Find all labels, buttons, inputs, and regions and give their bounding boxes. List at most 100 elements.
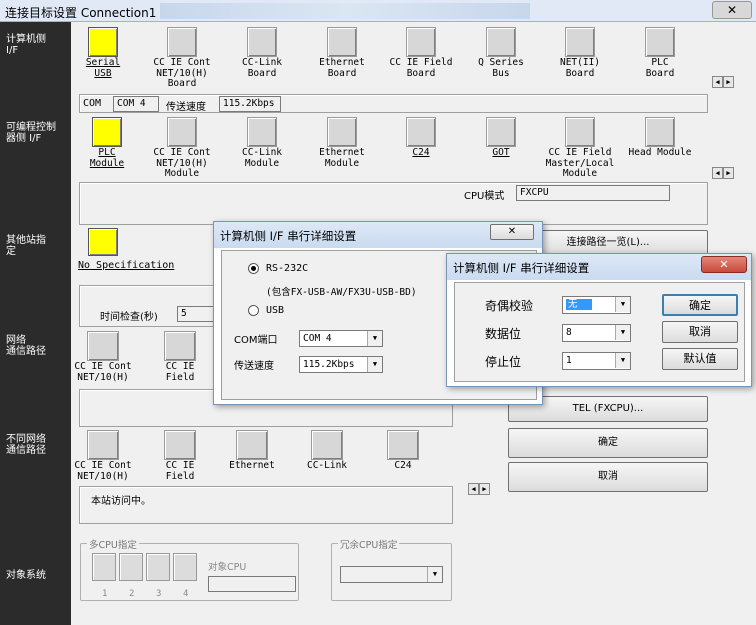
- serial-speed-label: 传送速度: [234, 361, 274, 372]
- diff-network-label-0[interactable]: CC IE Cont NET/10(H): [63, 460, 143, 482]
- cpu-4-button[interactable]: [173, 553, 197, 581]
- diff-network-icon-2[interactable]: [236, 430, 268, 460]
- pc-if-icon-6[interactable]: [565, 27, 595, 57]
- detail-dialog-close-button[interactable]: ✕: [701, 256, 747, 273]
- scroll-left-icon[interactable]: ◀: [712, 167, 723, 179]
- cancel-button[interactable]: 取消: [508, 462, 708, 492]
- diff-network-icon-4[interactable]: [387, 430, 419, 460]
- serial-com-select[interactable]: COM 4 ▼: [299, 330, 383, 347]
- diff-network-label-2[interactable]: Ethernet: [212, 460, 292, 472]
- no-specification-icon[interactable]: [88, 228, 118, 256]
- rs232c-radio[interactable]: [248, 263, 259, 274]
- diff-network-icon-1[interactable]: [164, 430, 196, 460]
- detail-default-button[interactable]: 默认值: [662, 348, 738, 370]
- diff-network-label-1[interactable]: CC IE Field: [140, 460, 220, 482]
- plc-if-icon-4[interactable]: [406, 117, 436, 147]
- pc-info-panel: COM COM 4 传送速度 115.2Kbps: [79, 94, 708, 113]
- pc-if-icon-2[interactable]: [247, 27, 277, 57]
- window-close-button[interactable]: ✕: [712, 1, 752, 19]
- scroll-right-icon[interactable]: ▶: [479, 483, 490, 495]
- pc-if-label-5[interactable]: Q Series Bus: [461, 57, 541, 79]
- parity-select[interactable]: 无 ▼: [562, 296, 631, 314]
- redundant-cpu-select: ▼: [340, 566, 443, 583]
- scroll-left-icon[interactable]: ◀: [712, 76, 723, 88]
- rs232c-note: (包含FX-USB-AW/FX3U-USB-BD): [266, 287, 417, 298]
- pc-if-label-1[interactable]: CC IE Cont NET/10(H) Board: [142, 57, 222, 90]
- detail-dialog-body: 奇偶校验 无 ▼ 数据位 8 ▼ 停止位 1 ▼ 确定 取消 默认值: [454, 282, 745, 382]
- chevron-down-icon: ▼: [367, 357, 382, 372]
- serial-dialog-close-button[interactable]: ✕: [490, 224, 534, 240]
- scroll-right-icon[interactable]: ▶: [723, 167, 734, 179]
- pc-if-label-0[interactable]: Serial USB: [63, 57, 143, 79]
- plc-if-scroll[interactable]: ◀ ▶: [712, 167, 736, 179]
- multi-cpu-group: 多CPU指定 1 2 3 4 对象CPU: [80, 537, 299, 601]
- pc-if-icon-7[interactable]: [645, 27, 675, 57]
- plc-if-label-6[interactable]: CC IE Field Master/Local Module: [540, 147, 620, 180]
- pc-if-label-3[interactable]: Ethernet Board: [302, 57, 382, 79]
- pc-if-label-2[interactable]: CC-Link Board: [222, 57, 302, 79]
- target-cpu-label: 对象CPU: [208, 562, 247, 573]
- pc-if-label-4[interactable]: CC IE Field Board: [381, 57, 461, 79]
- cpu-3-button[interactable]: [146, 553, 170, 581]
- serial-com-label: COM端口: [234, 335, 278, 346]
- plc-if-icon-7[interactable]: [645, 117, 675, 147]
- timeout-value[interactable]: 5: [177, 306, 217, 322]
- plc-if-label-4[interactable]: C24: [381, 147, 461, 159]
- diff-network-label-4[interactable]: C24: [363, 460, 443, 472]
- plc-if-label-7[interactable]: Head Module: [620, 147, 700, 159]
- detail-cancel-button[interactable]: 取消: [662, 321, 738, 343]
- databits-select[interactable]: 8 ▼: [562, 324, 631, 342]
- diff-network-icon-0[interactable]: [87, 430, 119, 460]
- target-cpu-field: [208, 576, 296, 592]
- other-station-panel: 时间检查(秒) 5: [79, 285, 219, 327]
- plc-if-label-0[interactable]: PLC Module: [67, 147, 147, 169]
- stopbits-value: 1: [566, 355, 572, 366]
- category-plc-if: 可编程控制 器侧 I/F: [6, 122, 56, 144]
- category-diff-network-route: 不同网络 通信路径: [6, 434, 46, 456]
- plc-if-label-3[interactable]: Ethernet Module: [302, 147, 382, 169]
- com-value: COM 4: [113, 96, 159, 112]
- title-bar-blur: [160, 3, 530, 19]
- plc-if-label-5[interactable]: GOT: [461, 147, 541, 159]
- cpu-1-button[interactable]: [92, 553, 116, 581]
- pc-if-icon-0[interactable]: [88, 27, 118, 57]
- parity-value: 无: [566, 299, 592, 310]
- plc-if-icon-5[interactable]: [486, 117, 516, 147]
- plc-if-icon-6[interactable]: [565, 117, 595, 147]
- plc-if-icon-2[interactable]: [247, 117, 277, 147]
- stopbits-select[interactable]: 1 ▼: [562, 352, 631, 370]
- diff-network-icon-3[interactable]: [311, 430, 343, 460]
- network-label-0[interactable]: CC IE Cont NET/10(H): [63, 361, 143, 383]
- pc-if-icon-3[interactable]: [327, 27, 357, 57]
- ok-button[interactable]: 确定: [508, 428, 708, 458]
- speed-label: 传送速度: [166, 102, 206, 113]
- cpu-2-button[interactable]: [119, 553, 143, 581]
- pc-if-icon-1[interactable]: [167, 27, 197, 57]
- category-other-station: 其他站指 定: [6, 235, 46, 257]
- diff-network-scroll[interactable]: ◀ ▶: [468, 483, 492, 495]
- usb-radio[interactable]: [248, 305, 259, 316]
- network-icon-1[interactable]: [164, 331, 196, 361]
- pc-if-icon-5[interactable]: [486, 27, 516, 57]
- plc-if-icon-3[interactable]: [327, 117, 357, 147]
- pc-if-label-6[interactable]: NET(II) Board: [540, 57, 620, 79]
- serial-speed-select[interactable]: 115.2Kbps ▼: [299, 356, 383, 373]
- plc-if-label-1[interactable]: CC IE Cont NET/10(H) Module: [142, 147, 222, 180]
- pc-if-label-7[interactable]: PLC Board: [620, 57, 700, 79]
- cpu-mode-label: CPU模式: [464, 191, 505, 202]
- plc-if-label-2[interactable]: CC-Link Module: [222, 147, 302, 169]
- databits-value: 8: [566, 327, 572, 338]
- scroll-left-icon[interactable]: ◀: [468, 483, 479, 495]
- plc-if-icon-0[interactable]: [92, 117, 122, 147]
- serial-com-value: COM 4: [303, 333, 332, 344]
- no-specification-label[interactable]: No Specification: [78, 260, 174, 271]
- detail-ok-button[interactable]: 确定: [662, 294, 738, 316]
- pc-if-scroll[interactable]: ◀ ▶: [712, 76, 736, 88]
- scroll-right-icon[interactable]: ▶: [723, 76, 734, 88]
- network-icon-0[interactable]: [87, 331, 119, 361]
- diff-network-label-3[interactable]: CC-Link: [287, 460, 367, 472]
- pc-if-icon-4[interactable]: [406, 27, 436, 57]
- network-label-1[interactable]: CC IE Field: [140, 361, 220, 383]
- plc-if-icon-1[interactable]: [167, 117, 197, 147]
- chevron-down-icon: ▼: [615, 353, 630, 368]
